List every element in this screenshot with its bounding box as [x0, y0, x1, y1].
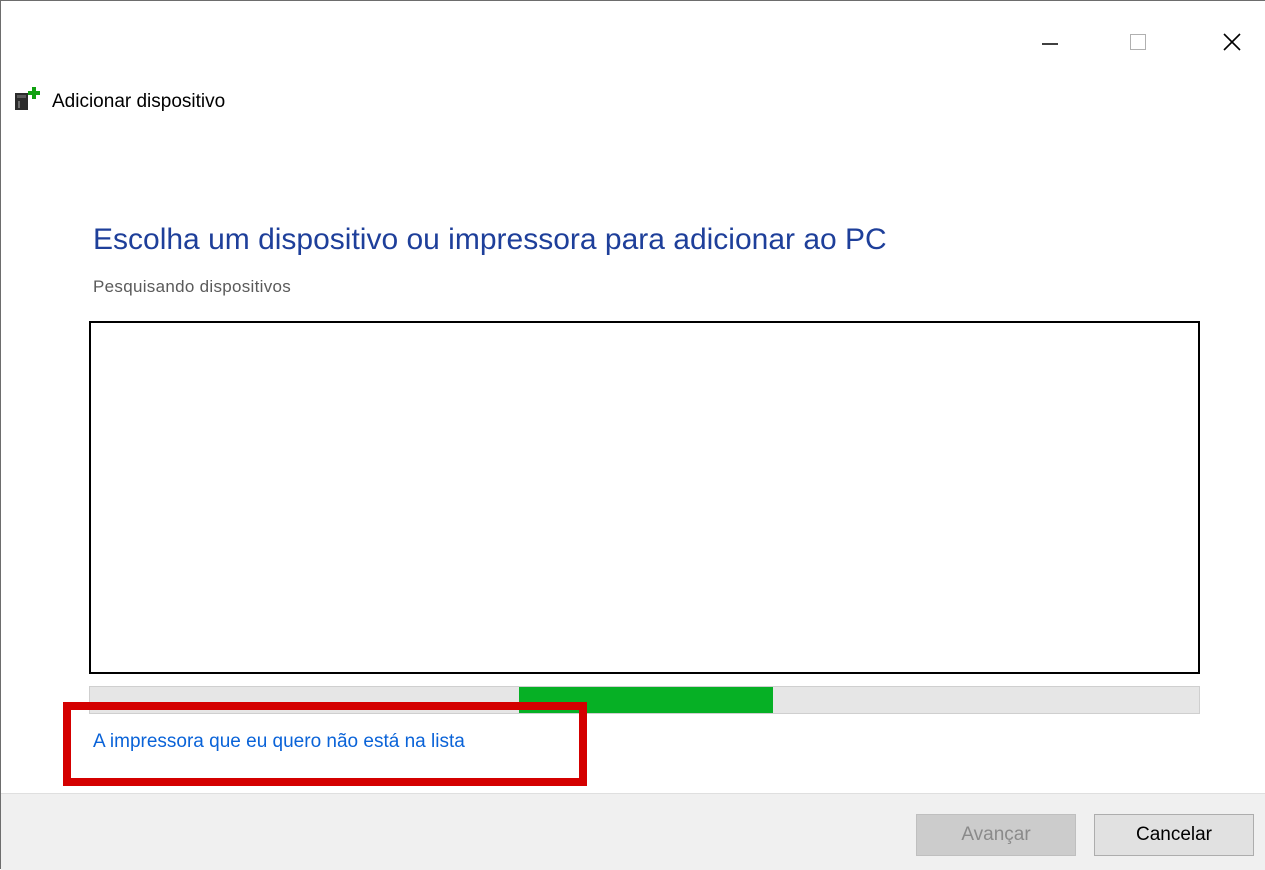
- close-icon: [1223, 33, 1241, 51]
- minimize-button[interactable]: [1027, 19, 1073, 65]
- page-heading: Escolha um dispositivo ou impressora par…: [93, 223, 887, 256]
- next-button[interactable]: Avançar: [916, 814, 1076, 856]
- search-status: Pesquisando dispositivos: [93, 277, 292, 296]
- maximize-button[interactable]: [1115, 19, 1161, 65]
- close-button[interactable]: [1209, 19, 1255, 65]
- add-device-icon: [15, 87, 40, 110]
- minimize-icon: [1042, 43, 1058, 45]
- add-device-window: Adicionar dispositivo Escolha um disposi…: [0, 0, 1265, 870]
- dialog-footer: Avançar Cancelar: [1, 793, 1265, 870]
- maximize-icon: [1130, 34, 1146, 50]
- device-list[interactable]: [89, 321, 1200, 674]
- printer-not-listed-link[interactable]: A impressora que eu quero não está na li…: [93, 731, 465, 753]
- window-title: Adicionar dispositivo: [52, 91, 226, 112]
- cancel-button[interactable]: Cancelar: [1094, 814, 1254, 856]
